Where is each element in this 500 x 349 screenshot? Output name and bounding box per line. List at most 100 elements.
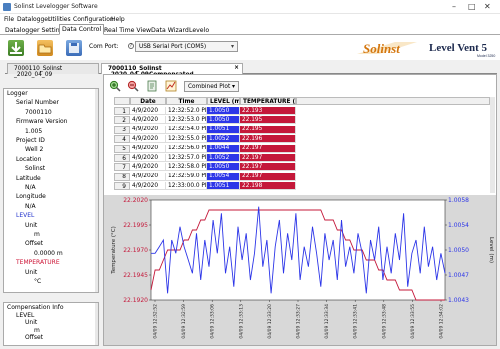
tree-node[interactable]: LEVEL <box>16 212 34 219</box>
table-cell: 22.195 <box>240 125 296 134</box>
tree-node[interactable]: 0.0000 m <box>34 250 63 257</box>
brand-logo: Solinst Level Vent 5 Model 3250 <box>355 36 497 60</box>
zoom-in-icon[interactable] <box>109 80 121 92</box>
download-icon[interactable] <box>8 40 24 56</box>
table-cell: 4/9/2020 <box>130 144 166 153</box>
tree-node[interactable]: Firmware Version <box>16 118 67 125</box>
right-tick-label: 1.0054 <box>448 222 469 229</box>
table-scrollbar[interactable] <box>490 97 495 193</box>
table-cell: 12:33:00.0 PM <box>166 182 207 191</box>
table-cell: 12:32:58.0 PM <box>166 163 207 172</box>
row-number: 4 <box>114 135 130 144</box>
compensation-info-tree: Compensation Info LEVEL Unit m Offset <box>3 302 99 346</box>
menu-datalogger[interactable]: Datalogger <box>17 16 50 23</box>
document-tabs: 7000110_Solinst _2020_04_09 7000110_Soli… <box>5 63 497 78</box>
print-icon[interactable] <box>146 80 158 92</box>
table-cell: 1.0052 <box>207 135 240 144</box>
column-header: LEVEL (m) <box>207 97 240 105</box>
column-header-filler <box>296 97 490 105</box>
row-number: 5 <box>114 144 130 153</box>
menu-configuration[interactable]: Configuration <box>73 16 114 23</box>
minimize-button[interactable]: – <box>452 2 456 11</box>
y-axis-right-title: Level (m) <box>488 237 494 263</box>
row-number: 1 <box>114 107 130 115</box>
x-tick-label: 04/09 12:34:02 <box>439 304 445 339</box>
table-cell: 4/9/2020 <box>130 172 166 181</box>
tree-node[interactable]: Location <box>16 156 41 163</box>
chevron-down-icon: ▾ <box>230 43 234 50</box>
column-header: Date <box>130 97 166 105</box>
row-number: 3 <box>114 125 130 134</box>
x-tick-label: 04/09 12:33:20 <box>267 304 273 339</box>
row-number: 8 <box>114 172 130 181</box>
tab-levelo[interactable]: Levelo <box>186 25 212 35</box>
tree-node[interactable]: m <box>34 327 40 334</box>
table-cell: 22.197 <box>240 154 296 162</box>
tree-node[interactable]: Unit <box>25 319 37 326</box>
close-button[interactable]: ✕ <box>484 2 491 11</box>
menu-help[interactable]: Help <box>111 16 125 23</box>
plot-type-select[interactable]: Combined Plot ▾ <box>184 81 239 92</box>
tree-node[interactable]: Logger <box>7 90 28 97</box>
tree-node[interactable]: m <box>34 231 40 238</box>
table-cell: 4/9/2020 <box>130 154 166 162</box>
tree-node[interactable]: Compensation Info <box>7 304 64 311</box>
main-tab-bar: Datalogger Settings Data Control Real Ti… <box>0 24 500 35</box>
tree-node[interactable]: TEMPERATURE <box>16 259 60 266</box>
left-tick-label: 22.2020 <box>123 197 148 204</box>
tree-node[interactable]: Longitude <box>16 193 46 200</box>
tree-node[interactable]: Latitude <box>16 175 41 182</box>
title-bar: Solinst Levelogger Software – □ ✕ <box>0 0 500 14</box>
tab-data-control[interactable]: Data Control <box>59 24 105 35</box>
app-icon <box>3 3 11 11</box>
table-cell: 1.0052 <box>207 154 240 162</box>
tree-node[interactable]: Offset <box>25 334 43 341</box>
brand-product: Level Vent 5 <box>429 42 488 54</box>
tree-node[interactable]: N/A <box>25 203 36 210</box>
x-tick-label: 04/09 12:33:55 <box>410 304 416 339</box>
menu-file[interactable]: File <box>4 16 14 23</box>
close-tab-icon[interactable]: × <box>234 65 239 71</box>
tree-node[interactable]: 7000110 <box>25 109 52 116</box>
table-cell: 1.0051 <box>207 125 240 134</box>
maximize-button[interactable]: □ <box>468 2 476 11</box>
table-cell: 22.196 <box>240 135 296 144</box>
tab-real-time-view[interactable]: Real Time View <box>101 25 154 35</box>
tree-node[interactable]: Solinst <box>25 165 45 172</box>
com-port-value: USB Serial Port (COM5) <box>139 43 207 50</box>
table-cell: 4/9/2020 <box>130 163 166 172</box>
tree-node[interactable]: Unit <box>25 269 37 276</box>
menu-utilities[interactable]: Utilities <box>48 16 71 23</box>
zoom-out-icon[interactable] <box>127 80 139 92</box>
tree-node[interactable]: 1.005 <box>25 128 42 135</box>
x-tick-label: 04/09 12:33:13 <box>238 304 244 339</box>
table-cell: 1.0050 <box>207 107 240 115</box>
logger-info-tree: Logger Serial Number 7000110 Firmware Versi… <box>3 88 99 293</box>
row-number: 7 <box>114 163 130 172</box>
x-tick-label: 04/09 12:33:27 <box>296 304 302 339</box>
com-port-select[interactable]: USB Serial Port (COM5) ▾ <box>135 41 238 52</box>
tree-node[interactable]: °C <box>34 278 41 285</box>
folder-icon[interactable] <box>37 40 53 56</box>
help-icon[interactable]: ? <box>128 43 134 49</box>
table-corner <box>114 97 130 105</box>
doc-tab-original[interactable]: 7000110_Solinst _2020_04_09 <box>7 63 99 78</box>
chart-icon[interactable] <box>165 80 177 92</box>
menu-bar: File Datalogger Utilities Configuration … <box>0 14 500 24</box>
tree-node[interactable]: Unit <box>25 222 37 229</box>
tree-node[interactable]: Serial Number <box>16 99 59 106</box>
data-table: DateTimeLEVEL (m)TEMPERATURE (°C)14/9/20… <box>114 97 495 193</box>
save-icon[interactable] <box>66 40 82 56</box>
tree-node[interactable]: Well 2 <box>25 146 43 153</box>
compensation-scrollbar[interactable] <box>95 303 98 345</box>
doc-tab-compensated[interactable]: 7000110_Solinst _2020_04_09Compensated × <box>101 63 243 78</box>
tree-node[interactable]: Offset <box>25 240 43 247</box>
tree-node[interactable]: LEVEL <box>16 312 34 319</box>
tree-node[interactable]: N/A <box>25 184 36 191</box>
column-header: TEMPERATURE (°C) <box>240 97 296 105</box>
table-cell: 1.0044 <box>207 144 240 153</box>
table-cell: 1.0054 <box>207 172 240 181</box>
combined-plot: 22.2020 22.1995 22.1970 22.1945 22.1920 1.005… <box>104 195 496 345</box>
tree-node[interactable]: Project ID <box>16 137 45 144</box>
tree-scrollbar[interactable] <box>95 89 98 292</box>
